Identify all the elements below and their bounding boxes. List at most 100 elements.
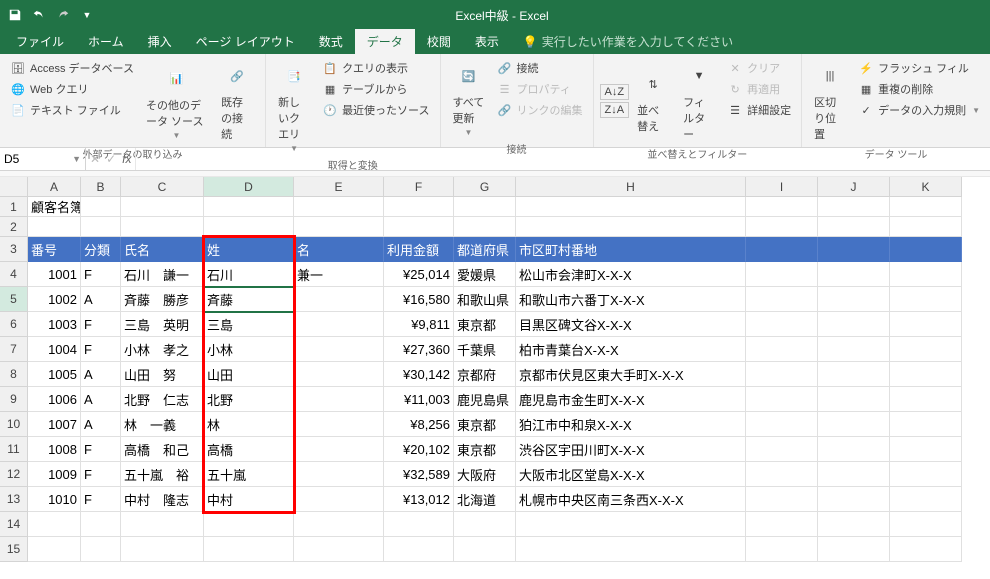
cell[interactable]: 京都市伏見区東大手町X-X-X <box>516 362 746 387</box>
cell[interactable] <box>818 217 890 237</box>
tab-home[interactable]: ホーム <box>76 29 136 54</box>
cell[interactable]: 兼一 <box>294 262 384 287</box>
cells-area[interactable]: 顧客名簿番号分類氏名姓名利用金額都道府県市区町村番地1001F石川 謙一石川兼一… <box>28 197 990 562</box>
cell[interactable]: ¥9,811 <box>384 312 454 337</box>
cell[interactable] <box>28 217 81 237</box>
cell[interactable]: 大阪市北区堂島X-X-X <box>516 462 746 487</box>
cell[interactable]: 市区町村番地 <box>516 237 746 262</box>
cell[interactable] <box>818 412 890 437</box>
cell[interactable] <box>294 337 384 362</box>
cell[interactable]: ¥16,580 <box>384 287 454 312</box>
cell[interactable] <box>746 337 818 362</box>
cell[interactable] <box>890 462 962 487</box>
cell[interactable]: 北野 <box>204 387 294 412</box>
text-file-button[interactable]: 📄テキスト ファイル <box>6 100 138 120</box>
cell[interactable] <box>28 537 81 562</box>
cell[interactable] <box>818 262 890 287</box>
cell[interactable] <box>204 217 294 237</box>
cell[interactable]: F <box>81 487 121 512</box>
cell[interactable] <box>890 287 962 312</box>
cell[interactable]: 五十嵐 裕 <box>121 462 204 487</box>
cell[interactable]: 1003 <box>28 312 81 337</box>
other-sources-button[interactable]: 📊その他のデータ ソース▼ <box>140 58 213 144</box>
formula-input[interactable] <box>136 148 990 170</box>
cell[interactable] <box>818 387 890 412</box>
cell[interactable] <box>384 537 454 562</box>
column-header[interactable]: D <box>204 177 294 197</box>
cell[interactable]: 高橋 <box>204 437 294 462</box>
tab-pagelayout[interactable]: ページ レイアウト <box>184 29 307 54</box>
advanced-filter-button[interactable]: ☰詳細設定 <box>723 100 795 120</box>
cell[interactable]: 高橋 和己 <box>121 437 204 462</box>
remove-duplicates-button[interactable]: ▦重複の削除 <box>854 79 984 99</box>
tab-review[interactable]: 校閲 <box>415 29 463 54</box>
web-query-button[interactable]: 🌐Web クエリ <box>6 79 138 99</box>
cell[interactable]: 中村 <box>204 487 294 512</box>
cell[interactable] <box>890 217 962 237</box>
column-header[interactable]: F <box>384 177 454 197</box>
cell[interactable]: 氏名 <box>121 237 204 262</box>
cell[interactable]: F <box>81 437 121 462</box>
cell[interactable]: 鹿児島県 <box>454 387 516 412</box>
cell[interactable] <box>818 537 890 562</box>
cell[interactable] <box>746 462 818 487</box>
cell[interactable] <box>818 287 890 312</box>
cell[interactable] <box>890 362 962 387</box>
cell[interactable] <box>746 437 818 462</box>
cell[interactable] <box>818 512 890 537</box>
cell[interactable]: 林 <box>204 412 294 437</box>
clear-filter-button[interactable]: ✕クリア <box>723 58 795 78</box>
cell[interactable]: 千葉県 <box>454 337 516 362</box>
cell[interactable] <box>294 512 384 537</box>
cell[interactable] <box>746 237 818 262</box>
cell[interactable] <box>294 537 384 562</box>
cell[interactable]: 顧客名簿 <box>28 197 81 217</box>
cell[interactable] <box>294 197 384 217</box>
cell[interactable]: 柏市青葉台X-X-X <box>516 337 746 362</box>
cell[interactable] <box>454 217 516 237</box>
row-header[interactable]: 9 <box>0 387 28 412</box>
cell[interactable]: A <box>81 387 121 412</box>
cell[interactable] <box>121 537 204 562</box>
cell[interactable]: ¥30,142 <box>384 362 454 387</box>
show-queries-button[interactable]: 📋クエリの表示 <box>318 58 433 78</box>
cell[interactable]: 渋谷区宇田川町X-X-X <box>516 437 746 462</box>
cell[interactable] <box>818 197 890 217</box>
cell[interactable] <box>818 237 890 262</box>
cell[interactable]: 狛江市中和泉X-X-X <box>516 412 746 437</box>
cell[interactable]: 東京都 <box>454 412 516 437</box>
cell[interactable] <box>818 487 890 512</box>
cell[interactable]: ¥27,360 <box>384 337 454 362</box>
cell[interactable] <box>294 412 384 437</box>
spreadsheet-grid[interactable]: ABCDEFGHIJK 123456789101112131415 顧客名簿番号… <box>0 177 990 562</box>
cell[interactable]: ¥32,589 <box>384 462 454 487</box>
cell[interactable] <box>384 197 454 217</box>
cell[interactable] <box>121 512 204 537</box>
cell[interactable] <box>890 537 962 562</box>
cell[interactable] <box>294 462 384 487</box>
cell[interactable] <box>384 217 454 237</box>
cell[interactable] <box>890 387 962 412</box>
cell[interactable]: 都道府県 <box>454 237 516 262</box>
row-header[interactable]: 15 <box>0 537 28 562</box>
column-header[interactable]: E <box>294 177 384 197</box>
cell[interactable] <box>81 217 121 237</box>
cell[interactable]: F <box>81 337 121 362</box>
cell[interactable] <box>746 362 818 387</box>
cell[interactable] <box>746 487 818 512</box>
column-header[interactable]: A <box>28 177 81 197</box>
cell[interactable] <box>294 217 384 237</box>
row-header[interactable]: 11 <box>0 437 28 462</box>
cell[interactable]: 斉藤 <box>204 287 294 312</box>
cell[interactable] <box>890 237 962 262</box>
cell[interactable]: ¥25,014 <box>384 262 454 287</box>
reapply-button[interactable]: ↻再適用 <box>723 79 795 99</box>
cell[interactable]: 斉藤 勝彦 <box>121 287 204 312</box>
tab-insert[interactable]: 挿入 <box>136 29 184 54</box>
cell[interactable]: 名 <box>294 237 384 262</box>
cell[interactable]: ¥11,003 <box>384 387 454 412</box>
cell[interactable] <box>818 437 890 462</box>
cell[interactable] <box>746 512 818 537</box>
cell[interactable] <box>746 217 818 237</box>
cell[interactable] <box>516 217 746 237</box>
